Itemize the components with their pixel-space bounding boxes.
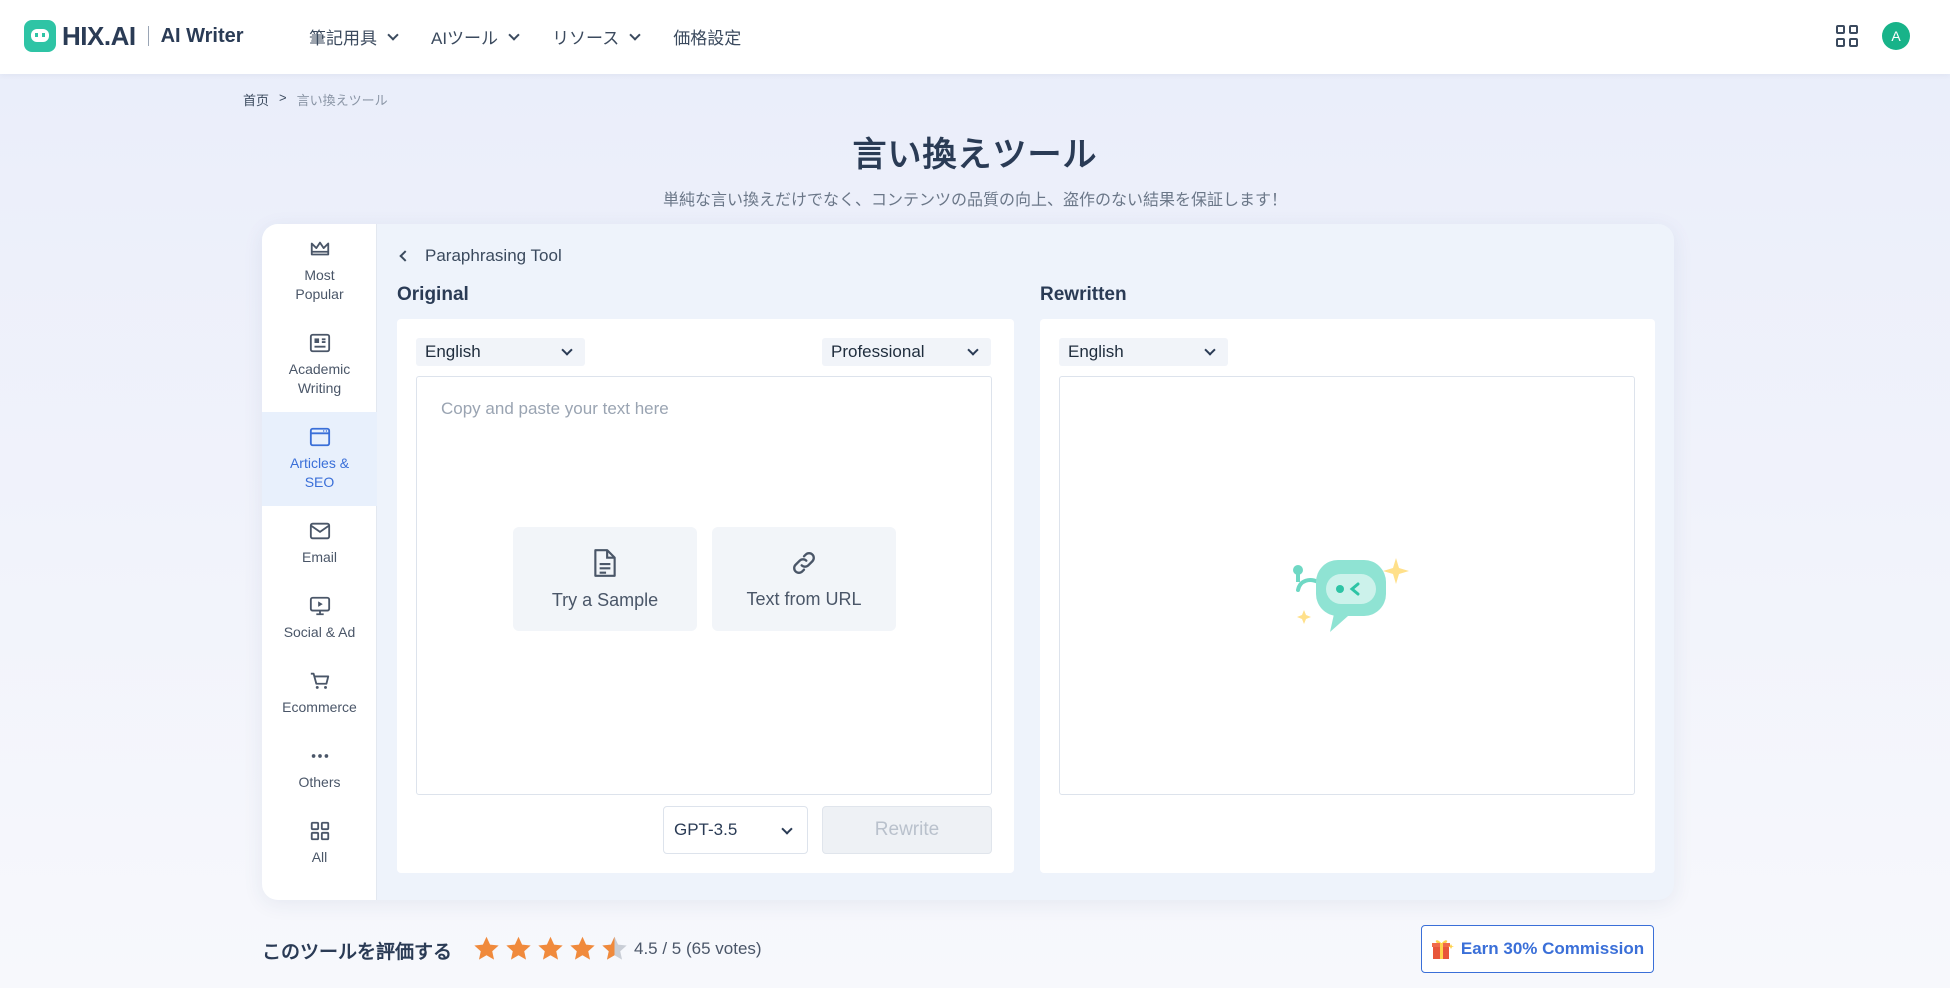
star-icon[interactable] [473, 935, 500, 962]
product-name: AI Writer [160, 24, 244, 47]
sidebar-item-email[interactable]: Email [262, 520, 377, 580]
sidebar-item-social-ad[interactable]: Social & Ad [262, 595, 377, 655]
nav-resources[interactable]: リソース [552, 24, 641, 49]
nav-ai-tools[interactable]: AIツール [431, 24, 520, 49]
apps-grid-icon[interactable] [1836, 25, 1858, 47]
text-from-url-button[interactable]: Text from URL [712, 527, 896, 631]
tool-name: Paraphrasing Tool [425, 246, 562, 265]
select-value: English [1068, 342, 1124, 361]
breadcrumb-separator: > [279, 90, 287, 105]
breadcrumb-current: 言い換えツール [296, 93, 388, 108]
sidebar-item-label: Email [301, 549, 337, 565]
robot-illustration-icon [1293, 558, 1409, 632]
main-nav: 筆記用具 AIツール リソース 価格設定 [309, 24, 775, 49]
sidebar-item-academic-writing[interactable]: Academic Writing [262, 332, 377, 412]
nav-pricing[interactable]: 価格設定 [673, 24, 741, 49]
original-text-input[interactable]: Copy and paste your text here Try a Samp… [416, 376, 992, 795]
crown-icon [310, 241, 329, 256]
input-placeholder: Copy and paste your text here [441, 399, 669, 418]
chevron-down-icon [387, 28, 399, 41]
try-sample-button[interactable]: Try a Sample [513, 527, 697, 631]
chevron-down-icon [1204, 344, 1216, 356]
document-icon [594, 548, 616, 577]
tone-select[interactable]: Professional [822, 338, 991, 366]
earn-label: Earn 30% Commission [1460, 939, 1645, 958]
rating-value: 4.5 / 5 (65 votes) [634, 939, 762, 958]
logo[interactable]: HIX.AI AI Writer [24, 20, 244, 52]
chevron-left-icon [399, 250, 411, 262]
sidebar-item-others[interactable]: Others [262, 745, 377, 805]
chevron-down-icon [967, 344, 979, 356]
rating-stars[interactable] [473, 935, 628, 962]
monitor-play-icon [309, 596, 330, 616]
gift-icon [1431, 940, 1454, 959]
breadcrumb: 首页 > 言い換えツール [243, 90, 388, 109]
rewritten-language-select[interactable]: English [1059, 338, 1228, 366]
avatar[interactable]: A [1882, 22, 1910, 50]
sidebar-item-label: Others [298, 774, 341, 790]
newspaper-icon [309, 333, 330, 353]
category-sidebar: Most Popular Academic Writing Articles &… [262, 224, 377, 900]
sidebar-item-label: Articles & SEO [289, 455, 350, 490]
sidebar-item-label: Social & Ad [283, 624, 356, 640]
sidebar-item-ecommerce[interactable]: Ecommerce [262, 670, 377, 730]
page-subtitle: 単純な言い換えだけでなく、コンテンツの品質の向上、盗作のない結果を保証します！ [662, 192, 1287, 209]
select-value: Professional [831, 342, 925, 361]
browser-icon [309, 427, 330, 447]
rewritten-panel: English [1040, 319, 1655, 873]
logo-divider [147, 26, 149, 46]
original-panel: English Professional Copy and paste your… [397, 319, 1014, 873]
link-icon [793, 551, 815, 574]
sidebar-item-label: All [311, 849, 328, 865]
nav-label: AIツール [431, 29, 499, 48]
select-value: English [425, 342, 481, 361]
original-label: Original [397, 284, 469, 305]
grid-icon [310, 821, 329, 841]
original-language-select[interactable]: English [416, 338, 585, 366]
star-icon[interactable] [569, 935, 596, 962]
breadcrumb-home[interactable]: 首页 [243, 90, 269, 109]
cart-icon [310, 672, 329, 689]
sidebar-item-all[interactable]: All [262, 820, 377, 880]
rewritten-label: Rewritten [1040, 284, 1127, 305]
sidebar-item-label: Academic Writing [288, 361, 351, 396]
rewrite-button[interactable]: Rewrite [822, 806, 992, 854]
chevron-down-icon [781, 823, 793, 835]
button-label: Text from URL [746, 588, 862, 609]
nav-label: リソース [552, 29, 620, 48]
top-navbar: HIX.AI AI Writer 筆記用具 AIツール リソース 価格設定 A [0, 0, 1950, 74]
nav-writing-tools[interactable]: 筆記用具 [309, 24, 399, 49]
ellipsis-icon [311, 754, 328, 758]
model-select[interactable]: GPT-3.5 [663, 806, 808, 854]
chevron-down-icon [629, 28, 641, 41]
sidebar-item-articles-seo[interactable]: Articles & SEO [262, 412, 377, 506]
sidebar-item-label: Ecommerce [282, 699, 357, 715]
half-star-icon[interactable] [601, 935, 628, 962]
rate-tool-label: このツールを評価する [262, 942, 453, 963]
star-icon[interactable] [537, 935, 564, 962]
earn-commission-button[interactable]: Earn 30% Commission [1421, 925, 1654, 973]
envelope-icon [309, 522, 330, 540]
hix-logo-icon [24, 20, 56, 52]
rewritten-output[interactable] [1059, 376, 1635, 795]
sidebar-item-most-popular[interactable]: Most Popular [262, 238, 377, 318]
star-icon[interactable] [505, 935, 532, 962]
nav-label: 筆記用具 [309, 29, 377, 48]
tool-card: Most Popular Academic Writing Articles &… [262, 224, 1674, 900]
chevron-down-icon [561, 344, 573, 356]
button-label: Try a Sample [551, 589, 659, 610]
sidebar-item-label: Most Popular [295, 267, 344, 302]
nav-label: 価格設定 [673, 29, 742, 48]
select-value: GPT-3.5 [674, 820, 738, 839]
logo-text: HIX.AI [62, 20, 136, 51]
chevron-down-icon [508, 28, 520, 41]
page-title: 言い換えツール [852, 136, 1098, 174]
back-to-tool-link[interactable]: Paraphrasing Tool [397, 246, 562, 266]
